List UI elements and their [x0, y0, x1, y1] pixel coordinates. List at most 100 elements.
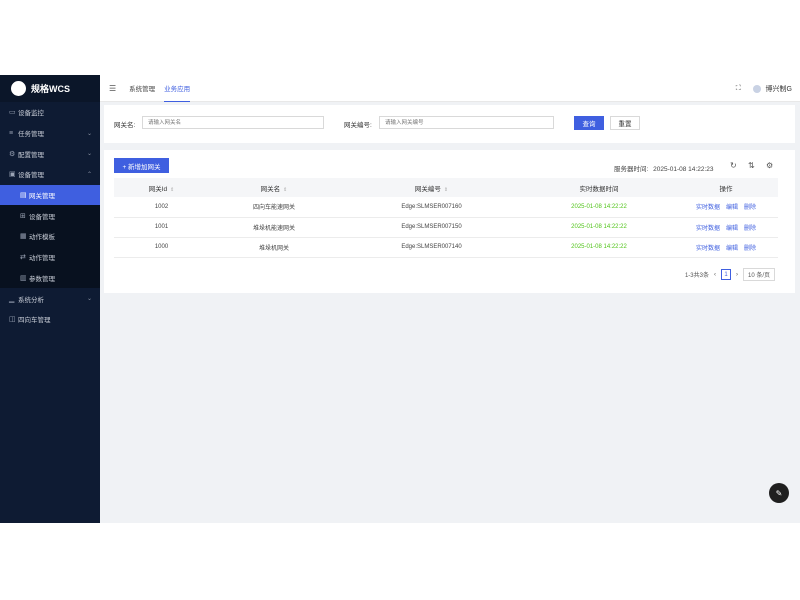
add-gateway-button[interactable]: + 新增加网关	[114, 158, 169, 173]
sidebar-item-label: 设备监控	[18, 110, 44, 118]
pagination-summary: 1-3共3条	[684, 273, 709, 279]
sort-icon[interactable]: ⇕	[283, 187, 287, 193]
device-icon: ▣	[9, 171, 16, 179]
edit-link[interactable]: 编辑	[726, 226, 738, 232]
search-panel: 网关名: 网关编号: 查询 重置	[104, 105, 795, 143]
cell-time: 2025-01-08 14:22:22	[524, 197, 674, 218]
chevron-down-icon: ⌄	[86, 130, 92, 137]
edit-link[interactable]: 编辑	[726, 205, 738, 211]
column-height-icon[interactable]: ⇅	[748, 161, 755, 170]
sidebar-item[interactable]: ◫ 四向车管理	[0, 309, 100, 330]
sidebar-item-label: 系统分析	[18, 296, 44, 304]
sidebar-item[interactable]: ▭ 设备监控	[0, 102, 100, 123]
gateway-code-label: 网关编号:	[344, 122, 372, 129]
cell-id: 1001	[114, 217, 209, 238]
brand[interactable]: 规格WCS	[0, 75, 100, 102]
sidebar-item[interactable]: ⊞ 设备管理	[0, 205, 100, 227]
cell-actions: 实时数据 编辑 删除	[674, 197, 778, 218]
gateway-table-panel: + 新增加网关 服务器时间: 2025-01-08 14:22:23 ↻ ⇅ ⚙…	[104, 150, 795, 293]
page-size-select[interactable]: 10 条/页	[742, 268, 775, 281]
chevron-up-icon: ⌃	[86, 171, 92, 178]
template-icon: ▦	[20, 233, 27, 241]
sort-icon[interactable]: ⇕	[170, 187, 174, 193]
list-icon: ≡	[9, 129, 14, 137]
server-time-label: 服务器时间:	[614, 166, 649, 173]
gateway-code-input[interactable]	[379, 116, 554, 129]
column-header-realtime: 实时数据时间	[524, 178, 674, 197]
brand-name: 规格WCS	[31, 84, 70, 94]
sort-icon[interactable]: ⇕	[444, 187, 448, 193]
gateway-name-label: 网关名:	[114, 122, 136, 129]
cell-actions: 实时数据 编辑 删除	[674, 237, 778, 258]
column-header-actions: 操作	[674, 178, 778, 197]
sidebar-item[interactable]: ⇄ 动作管理	[0, 246, 100, 268]
column-header-id[interactable]: 网关Id ⇕	[114, 178, 209, 197]
menu-fold-icon[interactable]: ☰	[109, 84, 116, 93]
theme-brush-button[interactable]: ✎	[769, 483, 789, 503]
table-row: 1002 四向车能速网关 Edge:SLMSER007160 2025-01-08 1…	[114, 197, 778, 218]
sidebar-item[interactable]: ▦ 动作模板	[0, 226, 100, 247]
cell-code: Edge:SLMSER007150	[339, 217, 524, 238]
cell-time: 2025-01-08 14:22:22	[524, 217, 674, 238]
reset-button[interactable]: 重置	[610, 116, 640, 130]
cell-time: 2025-01-08 14:22:22	[524, 237, 674, 258]
chevron-down-icon: ⌄	[86, 151, 92, 158]
table-row: 1000 堆垛机网关 Edge:SLMSER007140 2025-01-08 14:…	[114, 237, 778, 258]
brand-logo	[11, 81, 26, 96]
cell-code: Edge:SLMSER007160	[339, 197, 524, 218]
sidebar-item[interactable]: ≡ 任务管理 ⌄	[0, 123, 100, 144]
realtime-data-link[interactable]: 实时数据	[696, 246, 720, 252]
fullscreen-icon[interactable]: ⛶	[736, 85, 741, 93]
cell-name: 堆垛机能速网关	[209, 217, 339, 238]
user-name: 博兴制G	[765, 85, 792, 93]
sidebar-item[interactable]: ▤ 网关管理	[0, 184, 100, 206]
sidebar-item[interactable]: ▁ 系统分析 ⌄	[0, 288, 100, 309]
top-right-tools: ⛶ 博兴制G	[736, 75, 792, 102]
column-header-name[interactable]: 网关名 ⇕	[209, 178, 339, 197]
tab-business-application[interactable]: 业务应用	[164, 75, 191, 102]
gateway-table: 网关Id ⇕ 网关名 ⇕ 网关编号 ⇕ 实时数据时间 操作 1002 四向车能速网关 Ed…	[114, 178, 778, 258]
monitor-icon: ▭	[9, 109, 16, 117]
settings-icon[interactable]: ⚙	[766, 161, 773, 170]
delete-link[interactable]: 删除	[744, 246, 756, 252]
delete-link[interactable]: 删除	[744, 205, 756, 211]
next-page-icon[interactable]: ›	[736, 272, 738, 278]
table-header-row: 网关Id ⇕ 网关名 ⇕ 网关编号 ⇕ 实时数据时间 操作	[114, 178, 778, 197]
chart-icon: ▁	[9, 295, 15, 303]
chevron-down-icon: ⌄	[86, 296, 92, 303]
sidebar-item-label: 任务管理	[18, 131, 44, 139]
realtime-data-link[interactable]: 实时数据	[696, 226, 720, 232]
user-menu[interactable]: 博兴制G	[752, 84, 792, 94]
sidebar-item-label: 参数管理	[29, 275, 55, 283]
page-number-1[interactable]: 1	[720, 269, 731, 280]
app-shell: 规格WCS ▭ 设备监控 ≡ 任务管理 ⌄ ⚙ 配置管理 ⌄ ▣ 设备管理 ⌃ ▤ 网关管理 ⊞ 设备管理 ▦…	[0, 75, 800, 523]
edit-link[interactable]: 编辑	[726, 246, 738, 252]
tab-system-management[interactable]: 系统管理	[129, 75, 155, 102]
table-row: 1001 堆垛机能速网关 Edge:SLMSER007150 2025-01-08 1…	[114, 217, 778, 238]
sidebar-item[interactable]: ▥ 参数管理	[0, 267, 100, 289]
sidebar-menu: ▭ 设备监控 ≡ 任务管理 ⌄ ⚙ 配置管理 ⌄ ▣ 设备管理 ⌃ ▤ 网关管理 ⊞ 设备管理 ▦ 动作模板 ⇄ 动…	[0, 102, 100, 330]
column-header-code[interactable]: 网关编号 ⇕	[339, 178, 524, 197]
top-bar: ☰ 系统管理 业务应用 ⛶ 博兴制G	[100, 75, 800, 102]
sidebar-item-label: 设备管理	[29, 213, 55, 221]
refresh-icon[interactable]: ↻	[730, 161, 737, 170]
sidebar-item-label: 四向车管理	[18, 317, 51, 325]
cell-code: Edge:SLMSER007140	[339, 237, 524, 258]
sidebar-item[interactable]: ▣ 设备管理 ⌃	[0, 164, 100, 185]
cell-name: 堆垛机网关	[209, 237, 339, 258]
realtime-data-link[interactable]: 实时数据	[696, 205, 720, 211]
avatar	[752, 84, 761, 93]
sidebar-item-label: 配置管理	[18, 151, 44, 159]
gateway-icon: ▤	[20, 192, 27, 200]
cell-id: 1000	[114, 237, 209, 258]
query-button[interactable]: 查询	[574, 116, 604, 130]
delete-link[interactable]: 删除	[744, 226, 756, 232]
prev-page-icon[interactable]: ‹	[714, 272, 716, 278]
pagination: 1-3共3条 ‹ 1 › 10 条/页	[685, 268, 775, 281]
grid-icon: ⊞	[20, 212, 26, 220]
sidebar-item[interactable]: ⚙ 配置管理 ⌄	[0, 143, 100, 164]
sidebar-item-label: 网关管理	[29, 193, 55, 201]
gateway-name-input[interactable]	[142, 116, 324, 129]
table-body: 1002 四向车能速网关 Edge:SLMSER007160 2025-01-08 1…	[114, 197, 778, 258]
sidebar-item-label: 动作模板	[29, 234, 55, 242]
